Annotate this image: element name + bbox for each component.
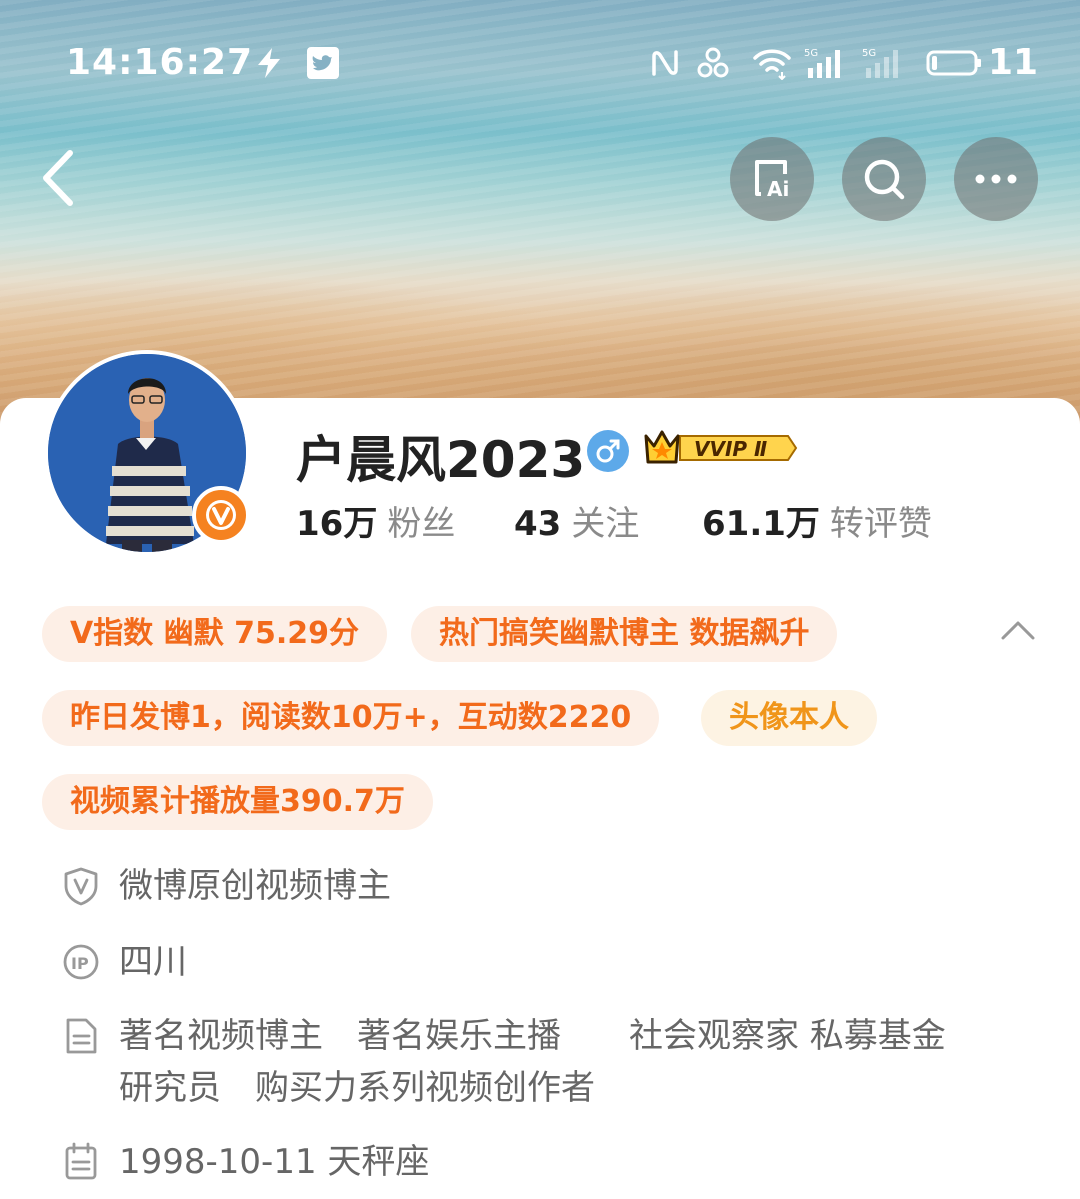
chevron-up-icon[interactable] — [1000, 618, 1036, 642]
svg-text:Ai: Ai — [767, 177, 789, 201]
flash-icon — [258, 48, 280, 78]
search-icon — [864, 159, 905, 200]
interactions-count: 61.1万 — [702, 504, 820, 544]
ip-location-text: 四川 — [119, 942, 187, 982]
following-count: 43 — [514, 504, 562, 544]
svg-text:5G: 5G — [804, 48, 818, 59]
verification-text: 微博原创视频博主 — [119, 866, 391, 906]
back-button[interactable] — [34, 145, 90, 211]
followers-stat[interactable]: 16万 粉丝 — [296, 496, 455, 545]
username: 户晨风2023 — [296, 431, 586, 489]
crown-icon: VVIP Ⅱ — [644, 430, 798, 464]
shield-v-icon — [64, 867, 98, 906]
male-icon — [587, 430, 629, 472]
status-bar: 14:16:27 5G 5G 11 — [0, 30, 1080, 96]
search-button[interactable] — [842, 137, 926, 221]
signal-5g-icon: 5G — [804, 48, 840, 78]
more-button[interactable] — [954, 137, 1038, 221]
followers-count: 16万 — [296, 504, 378, 544]
svg-text:IP: IP — [71, 954, 89, 973]
bio-text-line2: 研究员 购买力系列视频创作者 — [119, 1068, 595, 1108]
vvip-badge[interactable]: VVIP Ⅱ — [640, 424, 800, 472]
vvip-label: VVIP Ⅱ — [694, 437, 767, 461]
svg-text:5G: 5G — [862, 48, 876, 59]
interactions-label: 转评赞 — [829, 504, 932, 544]
wifi-icon — [753, 49, 791, 80]
status-time: 14:16:27 — [66, 42, 254, 83]
following-stat[interactable]: 43 关注 — [514, 496, 639, 545]
nfc-icon — [652, 50, 678, 76]
battery-icon — [926, 50, 981, 76]
bio-document-icon — [66, 1018, 97, 1054]
bio-text-line1: 著名视频博主 著名娱乐主播 社会观察家 私募基金 — [119, 1016, 946, 1056]
tag-yesterday-stats[interactable]: 昨日发博1，阅读数10万+，互动数2220 — [42, 690, 660, 746]
hotspot-icon — [697, 47, 729, 78]
following-label: 关注 — [571, 504, 640, 544]
verified-badge — [192, 486, 250, 544]
more-icon — [975, 174, 1017, 184]
tag-hot-blogger[interactable]: 热门搞笑幽默博主 数据飙升 — [411, 606, 838, 662]
tag-v-index[interactable]: V指数 幽默 75.29分 — [42, 606, 387, 662]
tag-avatar-real[interactable]: 头像本人 — [701, 690, 877, 746]
ai-icon: Ai — [755, 160, 789, 201]
birthday-text: 1998-10-11 天秤座 — [119, 1142, 430, 1182]
ai-button[interactable]: Ai — [730, 137, 814, 221]
interactions-stat[interactable]: 61.1万 转评赞 — [702, 496, 932, 545]
calendar-icon — [65, 1142, 97, 1180]
followers-label: 粉丝 — [387, 504, 456, 544]
ip-location-icon: IP — [63, 944, 99, 980]
signal-5g-icon: 5G — [862, 48, 898, 78]
verified-v-icon — [206, 500, 236, 530]
battery-level: 11 — [988, 42, 1039, 83]
tag-video-plays[interactable]: 视频累计播放量390.7万 — [42, 774, 433, 830]
twitter-icon — [307, 47, 339, 79]
